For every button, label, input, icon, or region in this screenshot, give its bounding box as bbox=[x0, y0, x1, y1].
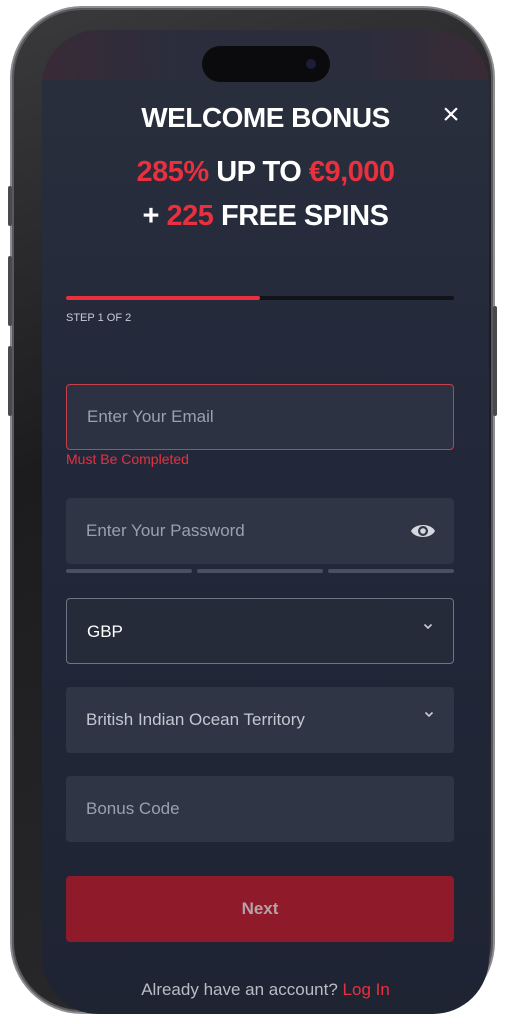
country-select[interactable]: British Indian Ocean Territory bbox=[66, 687, 454, 753]
action-button bbox=[8, 186, 12, 226]
camera-icon bbox=[306, 59, 316, 69]
signup-screen: WELCOME BONUS × 285% UP TO €9,000 + 225 … bbox=[42, 30, 489, 1014]
promo-percent: 285% bbox=[136, 156, 209, 188]
password-strength-segment bbox=[66, 569, 192, 573]
bonus-code-field[interactable] bbox=[66, 776, 454, 842]
promo-up-to: UP TO bbox=[216, 156, 302, 188]
email-error: Must Be Completed bbox=[66, 451, 189, 467]
promo-spins: 225 bbox=[166, 200, 214, 232]
bonus-code-input[interactable] bbox=[66, 776, 454, 842]
promo-line-2: + 225 FREE SPINS bbox=[42, 200, 489, 233]
country-value: British Indian Ocean Territory bbox=[86, 710, 305, 729]
step-label: STEP 1 OF 2 bbox=[66, 312, 132, 324]
modal-title: WELCOME BONUS bbox=[141, 102, 390, 133]
progress-bar bbox=[66, 296, 454, 300]
progress-fill bbox=[66, 296, 260, 300]
promo-spins-label: FREE SPINS bbox=[221, 200, 389, 232]
login-link[interactable]: Log In bbox=[343, 980, 390, 999]
close-icon[interactable]: × bbox=[436, 100, 466, 130]
password-strength-segment bbox=[328, 569, 454, 573]
dynamic-island bbox=[202, 46, 330, 82]
password-input[interactable] bbox=[66, 498, 454, 564]
currency-select[interactable]: GBP bbox=[66, 598, 454, 664]
password-strength-segment bbox=[197, 569, 323, 573]
eye-icon[interactable] bbox=[410, 520, 436, 542]
email-input[interactable] bbox=[67, 385, 453, 449]
phone-frame: WELCOME BONUS × 285% UP TO €9,000 + 225 … bbox=[12, 8, 493, 1014]
password-field[interactable] bbox=[66, 498, 454, 564]
promo-line-1: 285% UP TO €9,000 bbox=[42, 156, 489, 189]
power-button bbox=[493, 306, 497, 416]
login-prompt-text: Already have an account? bbox=[141, 980, 338, 999]
next-button[interactable]: Next bbox=[66, 876, 454, 942]
volume-down-button bbox=[8, 346, 12, 416]
email-field[interactable] bbox=[66, 384, 454, 450]
login-prompt: Already have an account? Log In bbox=[42, 980, 489, 1000]
chevron-down-icon bbox=[423, 623, 433, 630]
promo-amount: €9,000 bbox=[308, 156, 395, 188]
volume-up-button bbox=[8, 256, 12, 326]
chevron-down-icon bbox=[424, 711, 434, 718]
currency-value: GBP bbox=[87, 622, 123, 641]
promo-plus: + bbox=[142, 200, 160, 232]
